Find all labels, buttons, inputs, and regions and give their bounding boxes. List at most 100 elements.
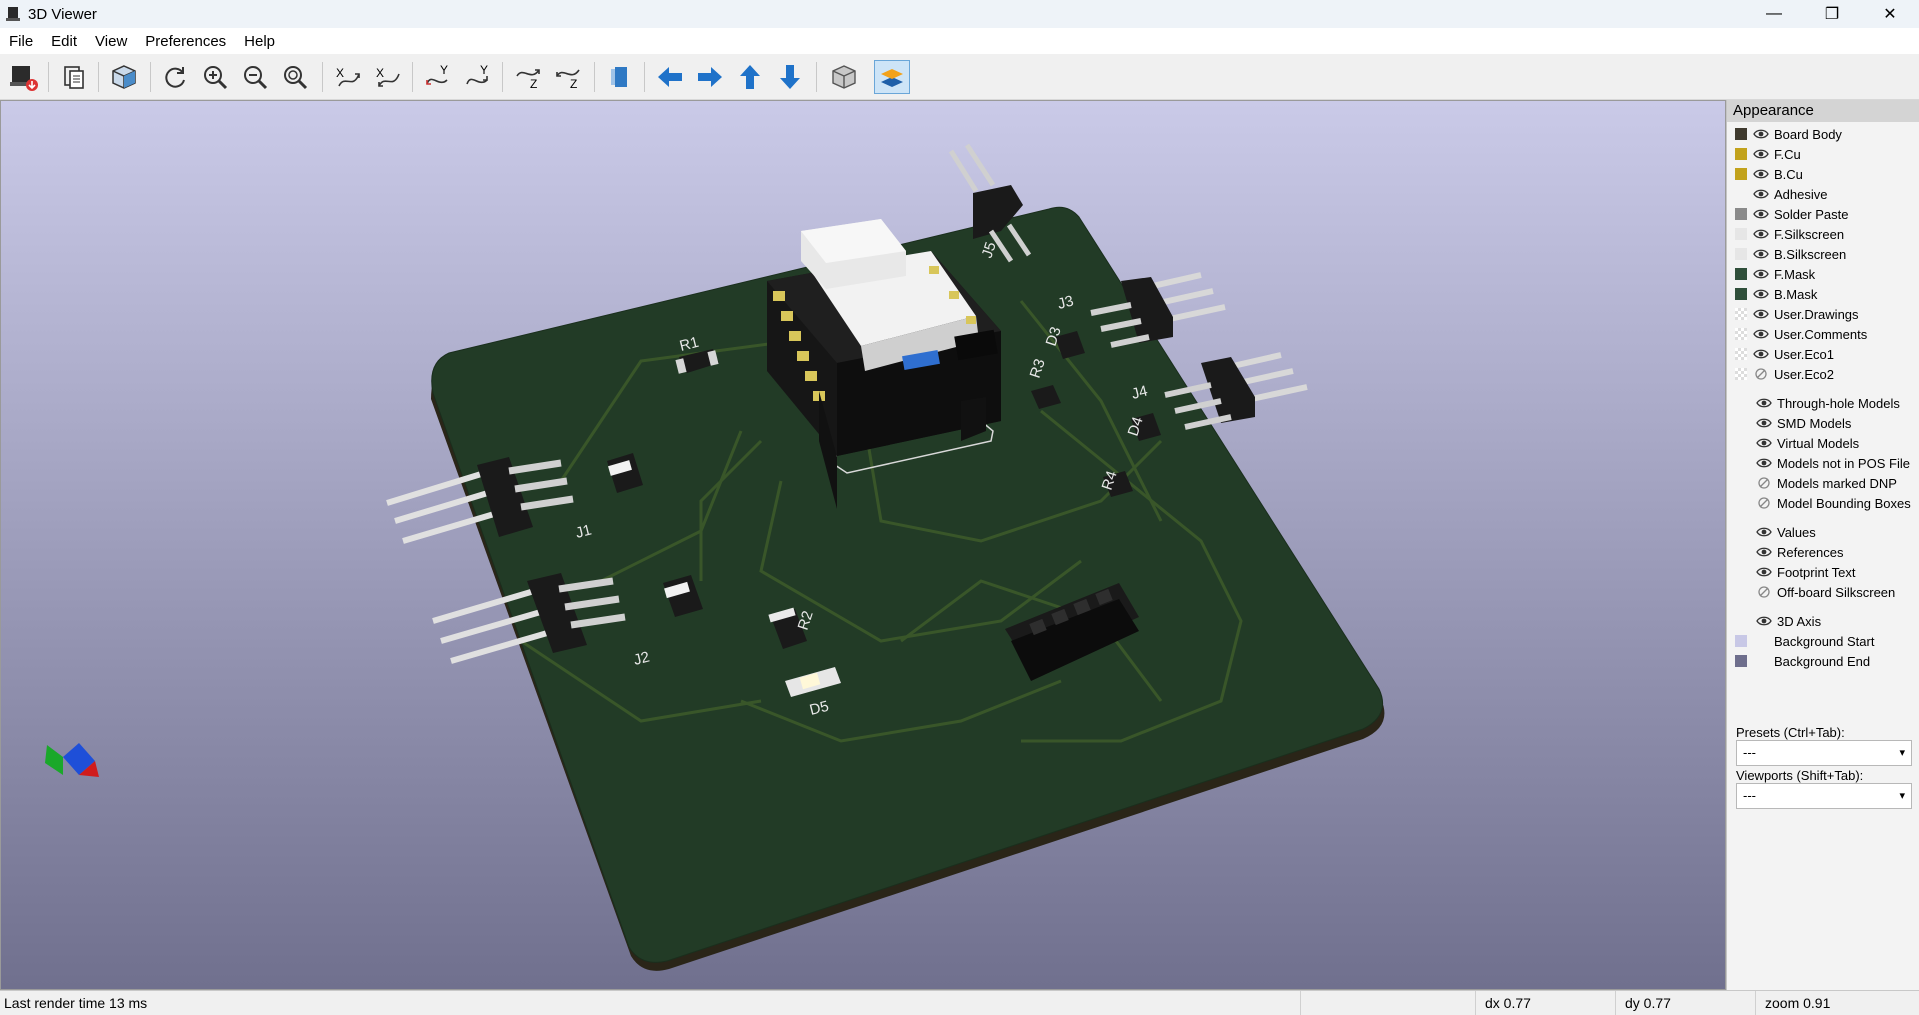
layer-row-f-silkscreen[interactable]: F.Silkscreen [1727,224,1919,244]
eye-icon[interactable] [1753,188,1769,200]
layer-row-b-mask[interactable]: B.Mask [1727,284,1919,304]
zoom-out-icon[interactable] [237,60,273,94]
window-title: 3D Viewer [28,5,97,23]
viewports-value: --- [1743,788,1756,803]
color-swatch[interactable] [1735,148,1747,160]
layer-row-user-eco2[interactable]: User.Eco2 [1727,364,1919,384]
rotate-x-ccw-icon[interactable]: X [370,60,406,94]
color-swatch[interactable] [1735,635,1747,647]
dx-readout: dx 0.77 [1485,995,1531,1011]
3d-viewport[interactable]: J1 J2 J3 J4 J5 R1 R2 R3 R4 D3 D4 D5 [0,100,1726,990]
layer-row-user-drawings[interactable]: User.Drawings [1727,304,1919,324]
eye-icon[interactable] [1756,546,1772,558]
reload-icon[interactable] [157,60,193,94]
rotate-y-cw-icon[interactable]: Y [420,60,456,94]
eye-icon[interactable] [1756,566,1772,578]
layer-row-board-body[interactable]: Board Body [1727,124,1919,144]
color-swatch[interactable] [1735,128,1747,140]
color-swatch[interactable] [1735,655,1747,667]
layer-row-models-marked-dnp[interactable]: Models marked DNP [1727,473,1919,493]
orthographic-icon[interactable] [826,60,862,94]
rotate-y-ccw-icon[interactable]: Y [460,60,496,94]
layer-row-user-comments[interactable]: User.Comments [1727,324,1919,344]
eye-icon[interactable] [1756,417,1772,429]
layer-row-footprint-text[interactable]: Footprint Text [1727,562,1919,582]
layer-label: B.Silkscreen [1774,246,1847,262]
eye-off-icon[interactable] [1756,586,1772,598]
layer-row-solder-paste[interactable]: Solder Paste [1727,204,1919,224]
color-swatch[interactable] [1735,308,1747,320]
eye-icon[interactable] [1753,248,1769,260]
eye-icon[interactable] [1753,328,1769,340]
eye-icon[interactable] [1756,615,1772,627]
eye-icon[interactable] [1756,397,1772,409]
color-swatch[interactable] [1735,328,1747,340]
layer-row-smd-models[interactable]: SMD Models [1727,413,1919,433]
presets-select[interactable]: --- ▾ [1736,740,1912,766]
flip-board-icon[interactable] [602,60,638,94]
minimize-button[interactable]: — [1745,0,1803,28]
layers-manager-icon[interactable] [874,60,910,94]
layer-row-b-silkscreen[interactable]: B.Silkscreen [1727,244,1919,264]
layer-row-adhesive[interactable]: Adhesive [1727,184,1919,204]
color-swatch[interactable] [1735,168,1747,180]
color-swatch[interactable] [1735,208,1747,220]
eye-icon[interactable] [1753,228,1769,240]
maximize-button[interactable]: ❐ [1803,0,1861,28]
color-swatch[interactable] [1735,348,1747,360]
eye-off-icon[interactable] [1753,368,1769,380]
layer-row-virtual-models[interactable]: Virtual Models [1727,433,1919,453]
color-swatch[interactable] [1735,228,1747,240]
eye-icon[interactable] [1753,288,1769,300]
menu-view[interactable]: View [86,33,136,50]
layer-row-background-start[interactable]: Background Start [1727,631,1919,651]
viewports-select[interactable]: --- ▾ [1736,783,1912,809]
layer-row-models-not-in-pos-file[interactable]: Models not in POS File [1727,453,1919,473]
menu-file[interactable]: File [0,33,42,50]
eye-icon[interactable] [1753,208,1769,220]
eye-icon[interactable] [1756,437,1772,449]
layer-row-f-mask[interactable]: F.Mask [1727,264,1919,284]
color-swatch[interactable] [1735,248,1747,260]
rotate-z-ccw-icon[interactable]: Z [550,60,586,94]
layer-row-references[interactable]: References [1727,542,1919,562]
eye-icon[interactable] [1753,148,1769,160]
color-swatch[interactable] [1735,288,1747,300]
eye-icon[interactable] [1756,526,1772,538]
view-3d-box-icon[interactable] [106,60,142,94]
menu-preferences[interactable]: Preferences [136,33,235,50]
eye-icon[interactable] [1753,128,1769,140]
layer-row-b-cu[interactable]: B.Cu [1727,164,1919,184]
close-button[interactable]: ✕ [1861,0,1919,28]
eye-off-icon[interactable] [1756,477,1772,489]
svg-text:Y: Y [440,63,448,77]
pan-up-icon[interactable] [732,60,768,94]
pan-down-icon[interactable] [772,60,808,94]
layer-row-through-hole-models[interactable]: Through-hole Models [1727,393,1919,413]
layer-row-model-bounding-boxes[interactable]: Model Bounding Boxes [1727,493,1919,513]
rotate-x-cw-icon[interactable]: X [330,60,366,94]
eye-icon[interactable] [1756,457,1772,469]
layer-row-values[interactable]: Values [1727,522,1919,542]
pan-right-icon[interactable] [692,60,728,94]
color-swatch[interactable] [1735,268,1747,280]
eye-icon[interactable] [1753,308,1769,320]
layer-row-user-eco1[interactable]: User.Eco1 [1727,344,1919,364]
layer-row-background-end[interactable]: Background End [1727,651,1919,671]
eye-icon[interactable] [1753,348,1769,360]
layer-row-3d-axis[interactable]: 3D Axis [1727,611,1919,631]
eye-off-icon[interactable] [1756,497,1772,509]
zoom-in-icon[interactable] [197,60,233,94]
render-raytrace-icon[interactable] [6,60,42,94]
copy-clipboard-icon[interactable] [56,60,92,94]
menu-help[interactable]: Help [235,33,284,50]
rotate-z-cw-icon[interactable]: Z [510,60,546,94]
layer-row-off-board-silkscreen[interactable]: Off-board Silkscreen [1727,582,1919,602]
zoom-fit-icon[interactable] [277,60,313,94]
menu-edit[interactable]: Edit [42,33,86,50]
pan-left-icon[interactable] [652,60,688,94]
color-swatch[interactable] [1735,368,1747,380]
eye-icon[interactable] [1753,268,1769,280]
eye-icon[interactable] [1753,168,1769,180]
layer-row-f-cu[interactable]: F.Cu [1727,144,1919,164]
